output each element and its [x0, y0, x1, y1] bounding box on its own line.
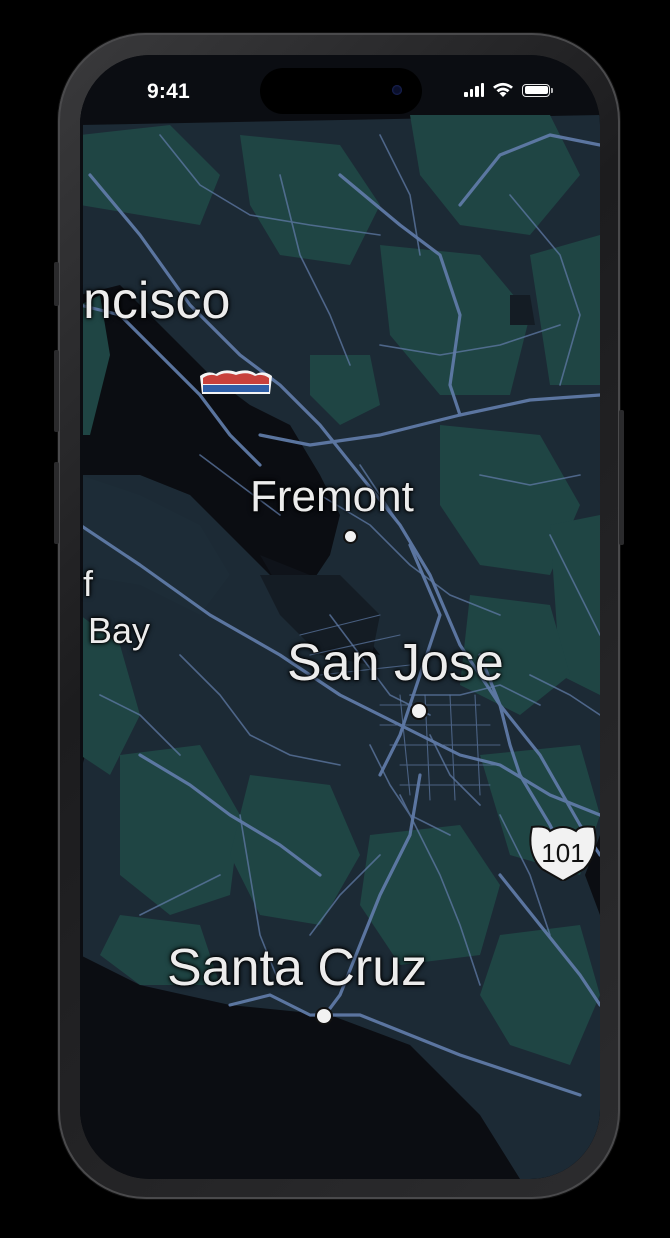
interstate-shield-icon[interactable]: [198, 368, 274, 396]
us-highway-shield-icon[interactable]: 101: [526, 823, 600, 881]
highway-route-number: 101: [541, 838, 585, 868]
place-label-half-moon-bay-part[interactable]: f: [83, 563, 93, 605]
city-dot-santa-cruz[interactable]: [315, 1007, 333, 1025]
power-button: [619, 410, 624, 545]
place-label-half-moon-bay[interactable]: Bay: [88, 610, 150, 652]
city-dot-fremont[interactable]: [343, 529, 358, 544]
volume-down-button: [54, 462, 59, 544]
place-label-santa-cruz[interactable]: Santa Cruz: [167, 938, 427, 998]
volume-up-button: [54, 350, 59, 432]
place-label-san-francisco[interactable]: ncisco: [83, 271, 230, 331]
place-label-fremont[interactable]: Fremont: [250, 472, 414, 522]
phone-screen: ncisco Fremont San Jose Santa Cruz f Bay…: [80, 55, 600, 1179]
place-label-san-jose[interactable]: San Jose: [287, 633, 504, 693]
map-canvas[interactable]: [80, 55, 600, 1179]
silent-switch: [54, 262, 59, 306]
city-dot-san-jose[interactable]: [410, 702, 428, 720]
